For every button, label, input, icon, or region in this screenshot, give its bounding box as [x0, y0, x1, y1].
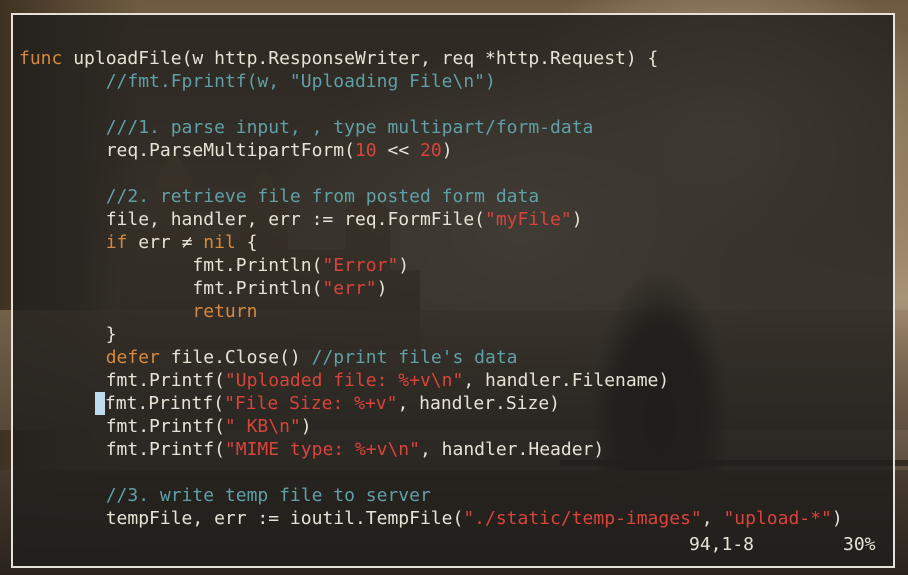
code-token: "myFile" [485, 209, 572, 230]
code-line[interactable]: ///1. parse input, , type multipart/form… [19, 116, 843, 139]
code-token: fmt.Printf( [19, 416, 225, 437]
code-line[interactable]: func uploadFile(w http.ResponseWriter, r… [19, 47, 843, 70]
code-token: req.ParseMultipartForm( [19, 140, 355, 161]
code-token: << [376, 140, 420, 161]
code-token: //print file's data [311, 347, 518, 368]
code-token: "Uploaded file: %+v\n" [224, 370, 464, 391]
code-line[interactable]: //fmt.Fprintf(w, "Uploading File\n") [19, 70, 843, 93]
code-token: ) [571, 209, 583, 230]
code-token: ) [398, 255, 410, 276]
code-token: err ≠ [127, 232, 204, 253]
code-token: "File Size: %+v" [224, 393, 398, 414]
code-token: 20 [420, 140, 442, 161]
code-token: , handler.Size) [397, 393, 561, 414]
code-token: } [19, 324, 117, 345]
code-line[interactable]: if err ≠ nil { [19, 231, 843, 254]
code-token: return [192, 301, 258, 322]
code-token: ) [376, 278, 388, 299]
code-token: file.Close() [159, 347, 312, 368]
code-token: 10 [354, 140, 377, 161]
code-token: fmt.Printf( [19, 370, 225, 391]
code-token: ) [441, 140, 453, 161]
code-token: "upload-*" [723, 508, 832, 529]
code-token: tempFile, err := ioutil.TempFile( [19, 508, 464, 529]
code-token: fmt.Printf( [19, 439, 225, 460]
code-token: { [235, 232, 258, 253]
code-line[interactable]: fmt.Println("Error") [19, 254, 843, 277]
code-line[interactable]: fmt.Println("err") [19, 277, 843, 300]
code-token: " KB\n" [224, 416, 301, 437]
code-token: "err" [322, 278, 377, 299]
code-line[interactable]: fmt.Printf("MIME type: %+v\n", handler.H… [19, 438, 843, 461]
code-line[interactable]: defer file.Close() //print file's data [19, 346, 843, 369]
code-token: fmt.Printf( [104, 393, 225, 414]
code-line[interactable]: file, handler, err := req.FormFile("myFi… [19, 208, 843, 231]
code-token: func [19, 48, 63, 69]
code-line[interactable]: //3. write temp file to server [19, 484, 843, 507]
code-line[interactable]: //2. retrieve file from posted form data [19, 185, 843, 208]
code-token: , handler.Header) [419, 439, 605, 460]
code-token: "MIME type: %+v\n" [224, 439, 420, 460]
code-line[interactable] [19, 93, 843, 116]
code-token: , handler.Filename) [463, 370, 670, 391]
vim-editor-buffer[interactable]: func uploadFile(w http.ResponseWriter, r… [19, 47, 843, 530]
code-token: //3. write temp file to server [105, 485, 431, 506]
code-line[interactable]: fmt.Printf("Uploaded file: %+v\n", handl… [19, 369, 843, 392]
code-token: defer [105, 347, 160, 368]
code-line[interactable]: req.ParseMultipartForm(10 << 20) [19, 139, 843, 162]
code-line[interactable]: } [19, 323, 843, 346]
terminal-window[interactable]: func uploadFile(w http.ResponseWriter, r… [11, 13, 895, 568]
code-line[interactable]: tempFile, err := ioutil.TempFile("./stat… [19, 507, 843, 530]
scroll-percent: 30% [843, 534, 876, 555]
code-line[interactable]: return [19, 300, 843, 323]
code-token: ) [300, 416, 312, 437]
code-token: "./static/temp-images" [463, 508, 702, 529]
code-token: nil [203, 232, 236, 253]
code-line[interactable]: fmt.Printf("File Size: %+v", handler.Siz… [19, 392, 843, 415]
code-token: fmt.Println( [19, 278, 323, 299]
code-line[interactable] [19, 461, 843, 484]
code-token: ) [831, 508, 843, 529]
code-line[interactable]: fmt.Printf(" KB\n") [19, 415, 843, 438]
code-token: , [701, 508, 724, 529]
code-token: ///1. parse input, , type multipart/form… [105, 117, 594, 138]
text-cursor [94, 392, 105, 415]
code-token: //2. retrieve file from posted form data [105, 186, 540, 207]
code-token: file, handler, err := req.FormFile( [19, 209, 485, 230]
code-token: if [105, 232, 128, 253]
code-token: //fmt.Fprintf(w, "Uploading File\n") [105, 71, 496, 92]
code-token: "Error" [322, 255, 399, 276]
cursor-position: 94,1-8 [689, 534, 755, 555]
code-line[interactable] [19, 162, 843, 185]
code-token: uploadFile(w http.ResponseWriter, req *h… [62, 48, 659, 69]
code-token: fmt.Println( [19, 255, 323, 276]
